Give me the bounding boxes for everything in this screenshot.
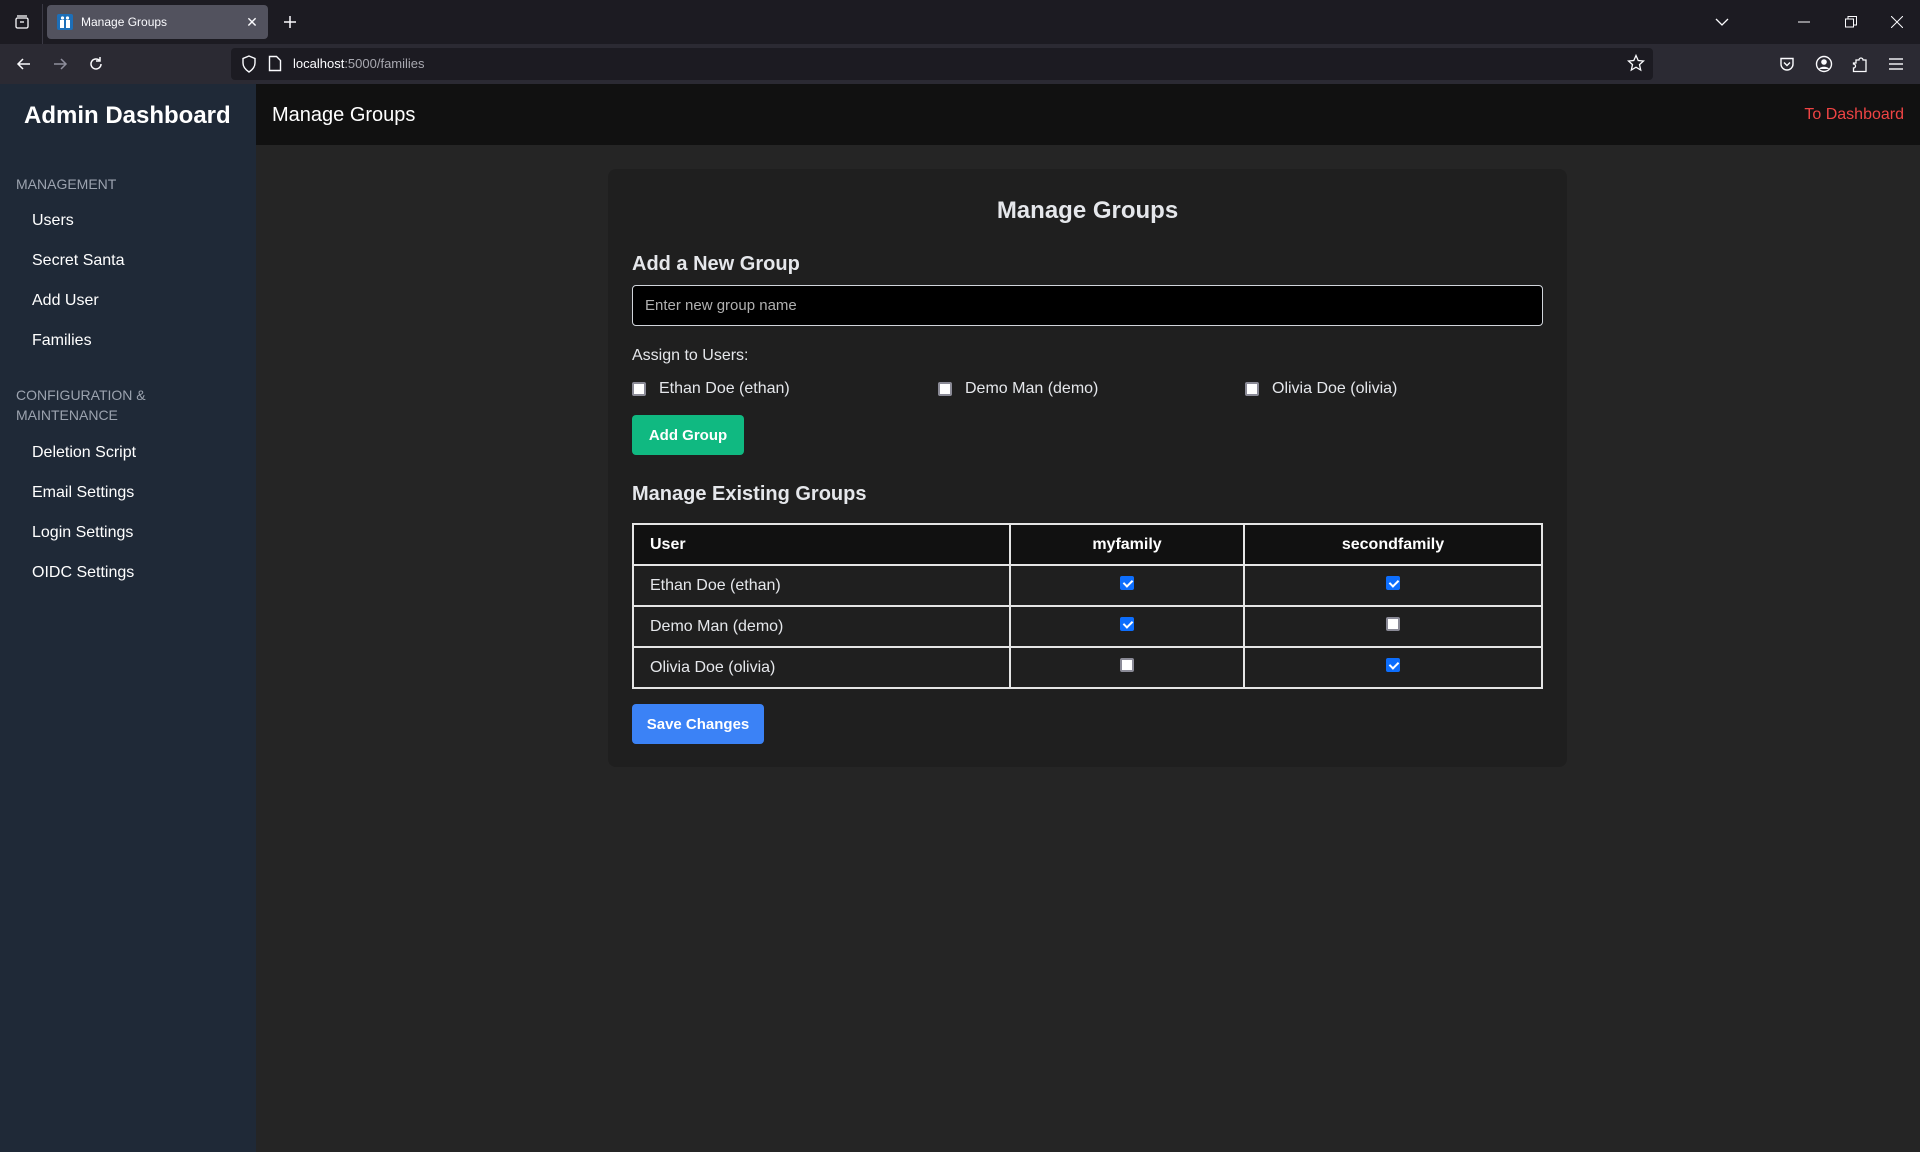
column-header-group: myfamily [1009, 523, 1245, 566]
bookmark-star-icon[interactable] [1626, 53, 1646, 77]
membership-cell [1009, 605, 1245, 648]
assign-user-checkbox[interactable] [1245, 382, 1259, 396]
sidebar-item-oidc-settings[interactable]: OIDC Settings [32, 564, 134, 582]
assign-users-label: Assign to Users: [632, 347, 749, 364]
membership-cell [1243, 605, 1543, 648]
assign-users-list: Ethan Doe (ethan) Demo Man (demo) Olivia… [632, 377, 1543, 401]
user-cell: Olivia Doe (olivia) [632, 646, 1011, 689]
assign-user-option[interactable]: Olivia Doe (olivia) [1245, 377, 1397, 401]
url-text: localhost:5000/families [293, 56, 425, 71]
tab-title: Manage Groups [81, 15, 168, 29]
shield-icon[interactable] [241, 55, 257, 78]
add-group-heading: Add a New Group [632, 253, 800, 275]
assign-user-label: Olivia Doe (olivia) [1272, 380, 1398, 397]
minimize-icon[interactable] [1790, 8, 1818, 36]
table-row: Ethan Doe (ethan) [632, 564, 1543, 607]
sidebar-section-management: Management [16, 176, 117, 192]
sidebar-item-families[interactable]: Families [32, 332, 92, 350]
table-row: Olivia Doe (olivia) [632, 646, 1543, 689]
membership-cell [1243, 564, 1543, 607]
sidebar: Admin Dashboard Management Users Secret … [0, 84, 256, 1152]
pocket-icon[interactable] [1775, 52, 1799, 76]
url-bar[interactable]: localhost:5000/families [231, 48, 1653, 80]
restore-icon[interactable] [1837, 8, 1865, 36]
membership-checkbox[interactable] [1120, 576, 1134, 590]
extensions-icon[interactable] [1848, 52, 1872, 76]
close-tab-icon[interactable]: ✕ [240, 10, 264, 34]
sidebar-item-login-settings[interactable]: Login Settings [32, 524, 133, 542]
tab-list-icon[interactable] [8, 8, 36, 36]
assign-user-checkbox[interactable] [938, 382, 952, 396]
membership-checkbox[interactable] [1386, 658, 1400, 672]
card-title: Manage Groups [996, 197, 1179, 224]
assign-user-option[interactable]: Demo Man (demo) [938, 377, 1098, 401]
sidebar-item-secret-santa[interactable]: Secret Santa [32, 252, 125, 270]
back-icon[interactable] [10, 50, 38, 78]
sidebar-item-deletion-script[interactable]: Deletion Script [32, 444, 136, 462]
assign-user-label: Ethan Doe (ethan) [659, 380, 790, 397]
membership-checkbox[interactable] [1386, 576, 1400, 590]
assign-user-option[interactable]: Ethan Doe (ethan) [632, 377, 790, 401]
sidebar-section-configuration: Configuration & Maintenance [16, 387, 146, 423]
list-all-tabs-icon[interactable] [1708, 8, 1736, 36]
table-row: Demo Man (demo) [632, 605, 1543, 648]
account-icon[interactable] [1812, 52, 1836, 76]
membership-cell [1243, 646, 1543, 689]
to-dashboard-link[interactable]: To Dashboard [1804, 106, 1904, 124]
reload-icon[interactable] [82, 50, 110, 78]
browser-tab-bar: Manage Groups ✕ [0, 0, 1920, 44]
manage-existing-heading: Manage Existing Groups [632, 483, 867, 505]
membership-cell [1009, 564, 1245, 607]
column-header-group: secondfamily [1243, 523, 1543, 566]
save-changes-button[interactable]: Save Changes [632, 704, 764, 744]
column-header-user: User [632, 523, 1011, 566]
user-cell: Ethan Doe (ethan) [632, 564, 1011, 607]
group-name-input[interactable] [632, 285, 1543, 326]
forward-icon[interactable] [46, 50, 74, 78]
add-group-button[interactable]: Add Group [632, 415, 744, 455]
sidebar-item-users[interactable]: Users [32, 212, 74, 230]
membership-checkbox[interactable] [1120, 617, 1134, 631]
sidebar-item-add-user[interactable]: Add User [32, 292, 99, 310]
user-cell: Demo Man (demo) [632, 605, 1011, 648]
browser-nav-bar: localhost:5000/families [0, 44, 1920, 84]
membership-cell [1009, 646, 1245, 689]
top-bar: Manage Groups To Dashboard [256, 84, 1920, 145]
menu-icon[interactable] [1884, 52, 1908, 76]
membership-checkbox[interactable] [1386, 617, 1400, 631]
sidebar-item-email-settings[interactable]: Email Settings [32, 484, 134, 502]
browser-tab-active[interactable]: Manage Groups ✕ [47, 5, 268, 39]
manage-groups-card: Manage Groups Add a New Group Assign to … [608, 169, 1567, 767]
page-icon [268, 55, 282, 77]
gift-icon [57, 14, 73, 30]
assign-user-checkbox[interactable] [632, 382, 646, 396]
membership-checkbox[interactable] [1120, 658, 1134, 672]
table-header-row: User myfamily secondfamily [632, 523, 1543, 566]
assign-user-label: Demo Man (demo) [965, 380, 1099, 397]
close-window-icon[interactable] [1883, 8, 1911, 36]
tab-separator [42, 4, 43, 44]
page-title: Manage Groups [272, 104, 416, 126]
brand-title: Admin Dashboard [24, 102, 231, 129]
groups-table: User myfamily secondfamily Ethan Doe (et… [632, 523, 1543, 689]
new-tab-icon[interactable] [278, 10, 302, 34]
